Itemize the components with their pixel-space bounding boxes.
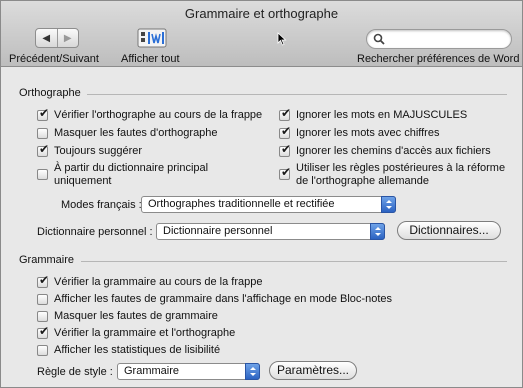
forward-arrow-icon[interactable]: ▶ bbox=[56, 29, 79, 47]
mouse-pointer-icon bbox=[277, 32, 287, 46]
option-label: Ignorer les mots avec chiffres bbox=[296, 127, 440, 139]
search-input[interactable] bbox=[366, 29, 512, 49]
popup-arrows-icon bbox=[370, 223, 385, 240]
search-icon bbox=[373, 33, 385, 45]
ignore-file-paths-checkbox[interactable]: Ignorer les chemins d'accès aux fichiers bbox=[279, 143, 491, 158]
checkbox-box[interactable] bbox=[37, 143, 49, 157]
window-title: Grammaire et orthographe bbox=[184, 6, 339, 21]
option-label: Toujours suggérer bbox=[54, 145, 143, 157]
readability-statistics-checkbox[interactable]: Afficher les statistiques de lisibilité bbox=[37, 344, 220, 357]
personal-dictionary-label: Dictionnaire personnel : bbox=[37, 226, 153, 238]
dictionaries-button[interactable]: Dictionnaires... bbox=[397, 221, 501, 240]
checkbox-box[interactable] bbox=[37, 107, 49, 121]
german-reform-rules-checkbox[interactable]: Utiliser les règles postérieures à la ré… bbox=[279, 162, 505, 188]
preferences-window: Grammaire et orthographe ◀ ▶ Précédent/S… bbox=[0, 0, 523, 388]
settings-button[interactable]: Paramètres... bbox=[269, 361, 357, 380]
option-label: Ignorer les chemins d'accès aux fichiers bbox=[296, 145, 491, 157]
show-all-label[interactable]: Afficher tout bbox=[121, 53, 180, 65]
style-rule-label: Règle de style : bbox=[37, 366, 113, 378]
checkbox-box[interactable] bbox=[37, 311, 48, 322]
option-label: Afficher les statistiques de lisibilité bbox=[54, 344, 221, 356]
back-forward-control[interactable]: ◀ ▶ bbox=[35, 28, 79, 48]
show-all-icon[interactable] bbox=[137, 28, 167, 48]
back-arrow-icon[interactable]: ◀ bbox=[36, 29, 57, 47]
grammaire-divider bbox=[81, 261, 507, 262]
french-modes-label: Modes français : bbox=[61, 199, 142, 211]
ignore-uppercase-checkbox[interactable]: Ignorer les mots en MAJUSCULES bbox=[279, 107, 468, 122]
checkbox-box[interactable] bbox=[279, 143, 291, 157]
hide-spelling-errors-checkbox[interactable]: Masquer les fautes d'orthographe bbox=[37, 127, 218, 140]
checkbox-box[interactable] bbox=[279, 107, 291, 121]
orthographe-divider bbox=[87, 94, 507, 95]
style-rule-value: Grammaire bbox=[124, 365, 180, 377]
option-label: Vérifier la grammaire et l'orthographe bbox=[54, 327, 236, 339]
option-label: Vérifier la grammaire au cours de la fra… bbox=[54, 276, 263, 288]
checkbox-box[interactable] bbox=[37, 128, 48, 139]
french-modes-select[interactable]: Orthographes traditionnelle et rectifiée bbox=[141, 196, 396, 213]
grammaire-section-title: Grammaire bbox=[19, 254, 75, 266]
orthographe-section-title: Orthographe bbox=[19, 87, 81, 99]
option-label: À partir du dictionnaire principal uniqu… bbox=[54, 162, 209, 187]
show-grammar-errors-notebook-checkbox[interactable]: Afficher les fautes de grammaire dans l'… bbox=[37, 293, 392, 306]
grammar-check-as-you-type-checkbox[interactable]: Vérifier la grammaire au cours de la fra… bbox=[37, 274, 263, 289]
option-label: Masquer les fautes de grammaire bbox=[54, 310, 218, 322]
toolbar: Grammaire et orthographe ◀ ▶ Précédent/S… bbox=[1, 1, 522, 67]
option-label: Masquer les fautes d'orthographe bbox=[54, 127, 218, 139]
personal-dictionary-select[interactable]: Dictionnaire personnel bbox=[156, 223, 385, 240]
style-rule-select[interactable]: Grammaire bbox=[117, 363, 260, 380]
ignore-words-with-numbers-checkbox[interactable]: Ignorer les mots avec chiffres bbox=[279, 125, 440, 140]
nav-label: Précédent/Suivant bbox=[9, 53, 99, 65]
checkbox-box[interactable] bbox=[37, 169, 48, 180]
checkbox-box[interactable] bbox=[37, 345, 48, 356]
checkbox-box[interactable] bbox=[37, 274, 49, 288]
personal-dictionary-value: Dictionnaire personnel bbox=[163, 225, 273, 237]
popup-arrows-icon bbox=[245, 363, 260, 380]
checkbox-box[interactable] bbox=[37, 294, 48, 305]
check-grammar-and-spelling-checkbox[interactable]: Vérifier la grammaire et l'orthographe bbox=[37, 325, 236, 340]
spell-check-as-you-type-checkbox[interactable]: Vérifier l'orthographe au cours de la fr… bbox=[37, 107, 263, 122]
checkbox-box[interactable] bbox=[279, 166, 291, 180]
option-label: Utiliser les règles postérieures à la ré… bbox=[296, 162, 506, 187]
option-label: Vérifier l'orthographe au cours de la fr… bbox=[54, 109, 263, 121]
main-dictionary-only-checkbox[interactable]: À partir du dictionnaire principal uniqu… bbox=[37, 162, 208, 188]
checkbox-box[interactable] bbox=[279, 125, 291, 139]
always-suggest-checkbox[interactable]: Toujours suggérer bbox=[37, 143, 143, 158]
option-label: Ignorer les mots en MAJUSCULES bbox=[296, 109, 468, 121]
hide-grammar-errors-checkbox[interactable]: Masquer les fautes de grammaire bbox=[37, 310, 218, 323]
search-label: Rechercher préférences de Word bbox=[357, 53, 520, 65]
option-label: Afficher les fautes de grammaire dans l'… bbox=[54, 293, 392, 305]
popup-arrows-icon bbox=[381, 196, 396, 213]
french-modes-value: Orthographes traditionnelle et rectifiée bbox=[148, 198, 335, 210]
checkbox-box[interactable] bbox=[37, 325, 49, 339]
